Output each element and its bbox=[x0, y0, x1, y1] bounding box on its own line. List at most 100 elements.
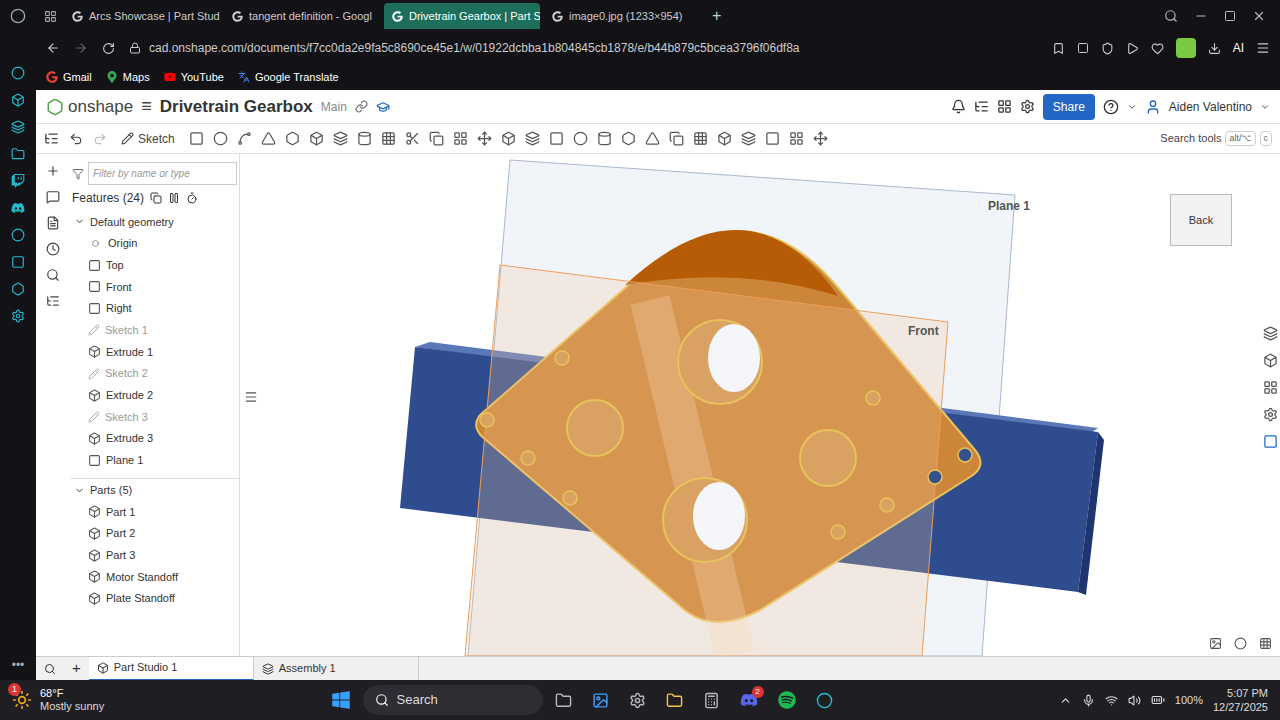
bookmark-icon[interactable] bbox=[1052, 42, 1065, 55]
expand-icon[interactable] bbox=[74, 485, 85, 496]
learning-icon[interactable] bbox=[376, 100, 390, 114]
sidebar-app-icon[interactable] bbox=[11, 93, 25, 107]
render-icon[interactable] bbox=[1209, 637, 1222, 650]
tool-icon[interactable] bbox=[285, 131, 300, 146]
tool-icon[interactable] bbox=[189, 131, 204, 146]
wifi-icon[interactable] bbox=[1105, 694, 1118, 707]
ai-button[interactable]: AI bbox=[1233, 39, 1244, 57]
tool-icon[interactable] bbox=[525, 131, 540, 146]
tool-icon[interactable] bbox=[789, 131, 804, 146]
part-item[interactable]: Plate Standoff bbox=[70, 588, 239, 610]
tool-icon[interactable] bbox=[357, 131, 372, 146]
shield-icon[interactable] bbox=[1101, 42, 1114, 55]
tasks-icon[interactable] bbox=[974, 99, 989, 114]
browser-tab[interactable]: Arcs Showcase | Part Stud bbox=[64, 3, 220, 29]
tool-icon[interactable] bbox=[405, 131, 420, 146]
bookmark-item[interactable]: Gmail bbox=[46, 69, 92, 86]
menu-icon[interactable] bbox=[1256, 41, 1270, 55]
snapshot-icon[interactable] bbox=[1077, 42, 1089, 54]
help-chevron-icon[interactable] bbox=[1127, 102, 1137, 112]
heart-icon[interactable] bbox=[1151, 42, 1164, 55]
tool-icon[interactable] bbox=[309, 131, 324, 146]
close-icon[interactable] bbox=[1252, 9, 1266, 23]
tool-icon[interactable] bbox=[717, 131, 732, 146]
mic-icon[interactable] bbox=[1082, 694, 1095, 707]
parts-group[interactable]: Parts (5) bbox=[70, 479, 239, 501]
reload-icon[interactable] bbox=[102, 42, 115, 55]
tool-icon[interactable] bbox=[333, 131, 348, 146]
feature-item[interactable]: Right bbox=[70, 298, 239, 320]
viewport[interactable]: Plane 1FrontBack bbox=[240, 154, 1280, 656]
feature-list-icon[interactable] bbox=[44, 131, 59, 146]
search-tools[interactable]: Search toolsalt/⌥c bbox=[1160, 130, 1272, 147]
tool-icon[interactable] bbox=[213, 131, 228, 146]
settings-icon[interactable] bbox=[1020, 99, 1035, 114]
feature-item[interactable]: Extrude 2 bbox=[70, 385, 239, 407]
tool-icon[interactable] bbox=[597, 131, 612, 146]
sidebar-more-icon[interactable]: ••• bbox=[12, 656, 25, 680]
tab-search-icon[interactable] bbox=[44, 663, 56, 675]
panel-collapse-button[interactable] bbox=[244, 390, 258, 404]
feature-item[interactable]: Front bbox=[70, 276, 239, 298]
explorer-icon[interactable] bbox=[666, 692, 683, 709]
document-tab[interactable]: Assembly 1 bbox=[254, 657, 419, 681]
browser-tab[interactable]: Drivetrain Gearbox | Part S bbox=[384, 3, 540, 29]
feature-item[interactable]: Extrude 3 bbox=[70, 428, 239, 450]
tool-icon[interactable] bbox=[693, 131, 708, 146]
section-icon[interactable] bbox=[1234, 637, 1247, 650]
apps-icon[interactable] bbox=[997, 99, 1012, 114]
url-text[interactable]: cad.onshape.com/documents/f7cc0da2e9fa5c… bbox=[149, 39, 800, 57]
history-icon[interactable] bbox=[46, 242, 60, 256]
taskview-icon[interactable] bbox=[555, 692, 572, 709]
notes-icon[interactable] bbox=[46, 216, 60, 230]
volume-icon[interactable] bbox=[1128, 694, 1141, 707]
feature-item[interactable]: Sketch 2 bbox=[70, 363, 239, 385]
filter-input[interactable]: Filter by name or type bbox=[88, 162, 237, 185]
spotify-icon[interactable] bbox=[778, 691, 796, 709]
appearance-icon[interactable] bbox=[1263, 326, 1278, 341]
search-icon[interactable] bbox=[1164, 9, 1178, 23]
onshape-logo[interactable]: onshape bbox=[68, 94, 133, 120]
view-cube[interactable]: Back bbox=[1170, 194, 1232, 246]
browser-tab[interactable]: image0.jpg (1233×954) bbox=[544, 3, 700, 29]
features-copy-icon[interactable] bbox=[150, 192, 162, 204]
variables-icon[interactable] bbox=[1263, 407, 1278, 422]
tool-icon[interactable] bbox=[621, 131, 636, 146]
insert-icon[interactable] bbox=[46, 164, 60, 178]
sidebar-app-icon[interactable] bbox=[11, 228, 25, 242]
tool-icon[interactable] bbox=[237, 131, 252, 146]
inspect-icon[interactable] bbox=[46, 268, 60, 282]
taskbar-search[interactable]: Search bbox=[363, 685, 543, 715]
sidebar-app-icon[interactable] bbox=[11, 282, 25, 296]
player-icon[interactable] bbox=[1126, 42, 1139, 55]
sidebar-app-icon[interactable] bbox=[11, 174, 25, 188]
bookmark-item[interactable]: Maps bbox=[106, 69, 150, 86]
undo-icon[interactable] bbox=[69, 132, 83, 146]
tool-icon[interactable] bbox=[261, 131, 276, 146]
settings-icon[interactable] bbox=[629, 692, 646, 709]
sketch-button[interactable]: Sketch bbox=[117, 130, 179, 148]
display-icon[interactable] bbox=[1263, 380, 1278, 395]
start-icon[interactable] bbox=[331, 690, 351, 710]
sidebar-app-icon[interactable] bbox=[11, 201, 25, 215]
tool-icon[interactable] bbox=[453, 131, 468, 146]
part-item[interactable]: Part 2 bbox=[70, 523, 239, 545]
sidebar-app-icon[interactable] bbox=[11, 120, 25, 134]
tool-icon[interactable] bbox=[501, 131, 516, 146]
user-chevron-icon[interactable] bbox=[1260, 102, 1270, 112]
variables-icon[interactable] bbox=[46, 294, 60, 308]
tool-icon[interactable] bbox=[477, 131, 492, 146]
tool-icon[interactable] bbox=[813, 131, 828, 146]
share-button[interactable]: Share bbox=[1043, 94, 1095, 120]
part-item[interactable]: Motor Standoff bbox=[70, 566, 239, 588]
add-tab-button[interactable]: + bbox=[64, 657, 89, 680]
redo-icon[interactable] bbox=[93, 132, 107, 146]
sidebar-app-icon[interactable] bbox=[11, 147, 25, 161]
battery-icon[interactable] bbox=[1151, 693, 1165, 707]
part-item[interactable]: Part 3 bbox=[70, 544, 239, 566]
part-item[interactable]: Part 1 bbox=[70, 501, 239, 523]
download-icon[interactable] bbox=[1208, 42, 1221, 55]
branch-label[interactable]: Main bbox=[321, 98, 347, 116]
timer-icon[interactable] bbox=[186, 192, 198, 204]
rollback-icon[interactable] bbox=[168, 192, 180, 204]
